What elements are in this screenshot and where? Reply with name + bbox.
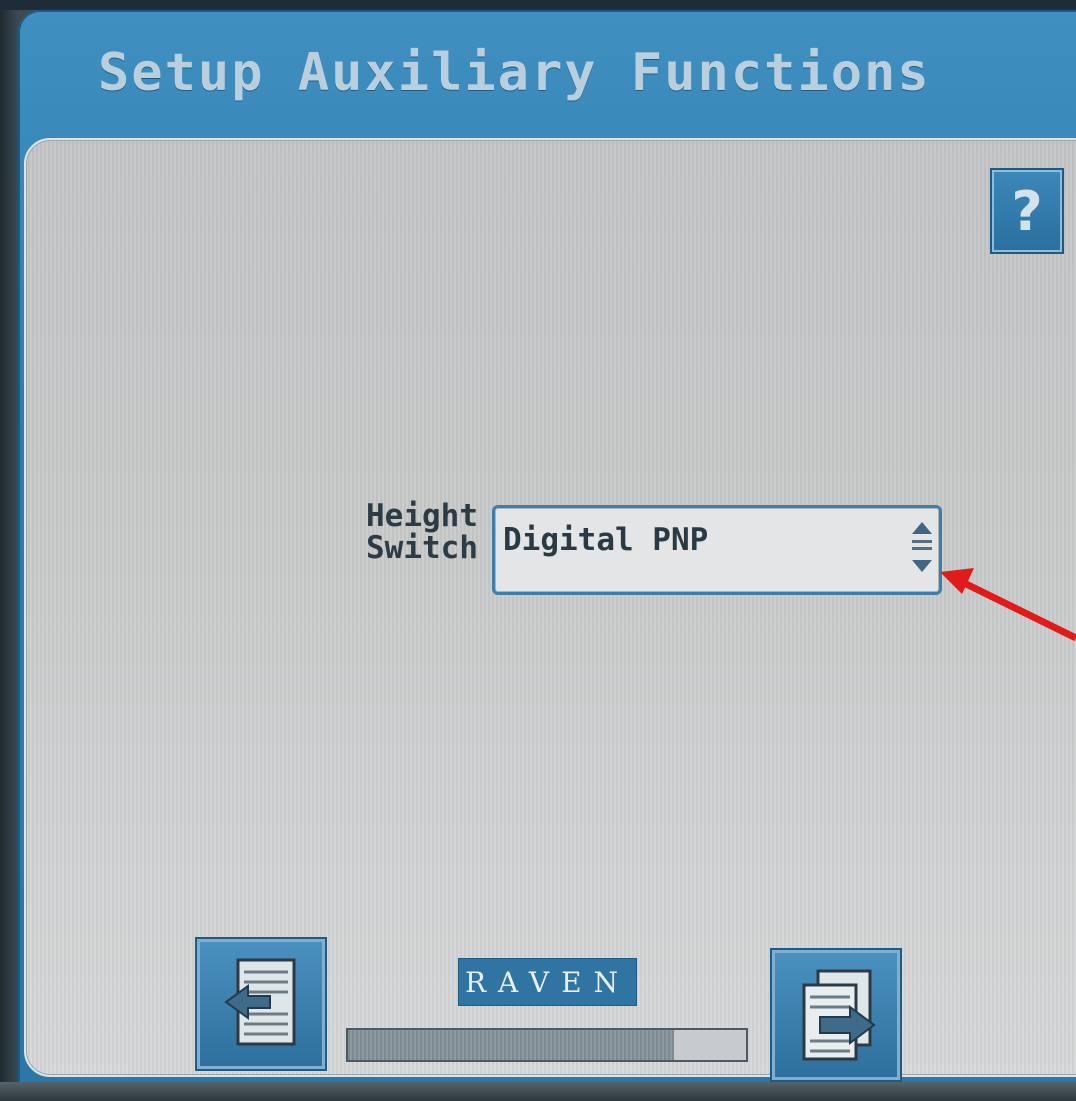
annotation-arrow-icon (940, 568, 1076, 642)
page-back-icon (224, 958, 296, 1046)
next-button[interactable] (770, 948, 902, 1082)
progress-bar (346, 1028, 748, 1062)
height-switch-label-line1: Height (366, 498, 478, 534)
screen-bezel-left (0, 0, 18, 1101)
height-switch-select[interactable]: Digital PNP (492, 505, 942, 595)
screen-bezel-bottom (0, 1082, 1076, 1101)
spinner-updown-icon[interactable] (909, 522, 935, 576)
height-switch-value: Digital PNP (503, 522, 709, 558)
raven-logo: RAVEN (458, 958, 637, 1006)
spinner-down-arrow[interactable] (912, 560, 932, 572)
spinner-grip (912, 540, 932, 543)
height-switch-label: Height Switch (308, 500, 478, 564)
help-button[interactable]: ? (990, 168, 1064, 254)
height-switch-label-line2: Switch (366, 530, 478, 566)
screen-bezel-top (0, 0, 1076, 10)
spinner-up-arrow[interactable] (912, 522, 932, 534)
content-panel (24, 138, 1076, 1077)
page-title: Setup Auxiliary Functions (98, 43, 931, 103)
progress-bar-fill (348, 1030, 675, 1060)
back-button[interactable] (195, 937, 327, 1071)
question-icon: ? (1011, 179, 1043, 243)
page-next-icon (802, 969, 876, 1061)
